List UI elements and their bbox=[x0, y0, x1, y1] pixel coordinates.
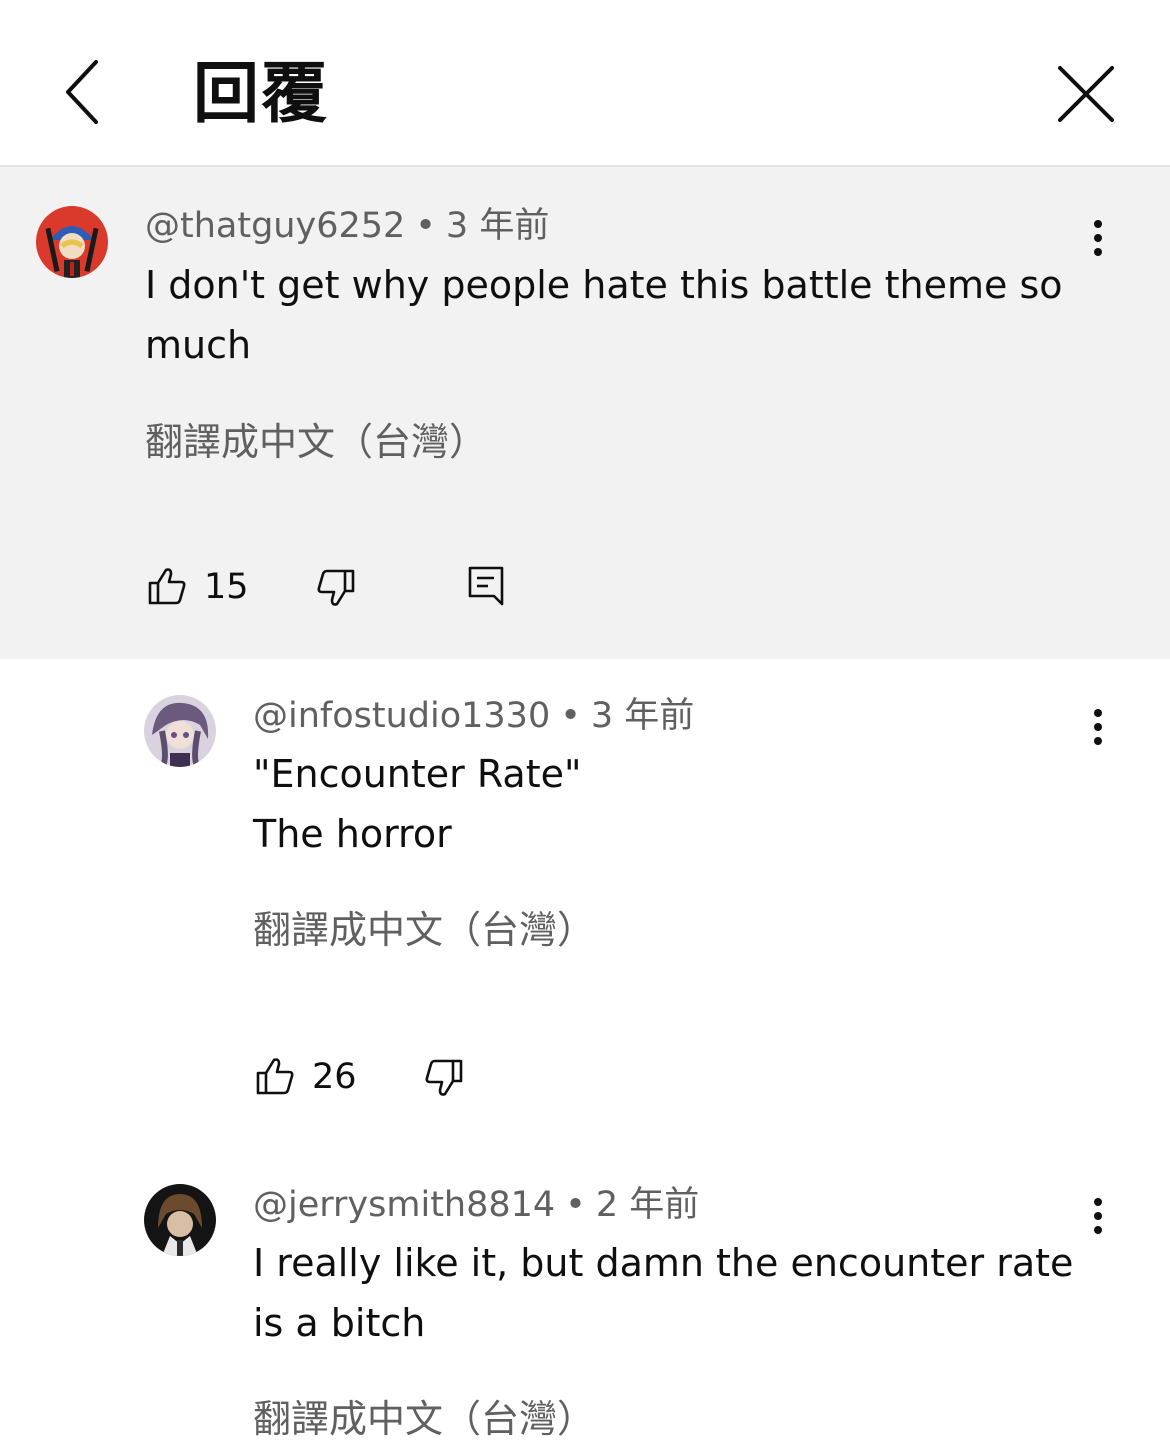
like-count: 15 bbox=[204, 567, 249, 607]
avatar[interactable] bbox=[36, 206, 108, 278]
thumb-up-icon bbox=[256, 1058, 294, 1095]
translate-link[interactable]: 翻譯成中文（台灣） bbox=[253, 905, 595, 955]
comment-text-line: The horror bbox=[253, 812, 452, 856]
reply-icon bbox=[468, 566, 504, 606]
comment-text-line: "Encounter Rate" bbox=[253, 752, 582, 796]
comment-text-line: I really like it, but damn the encounter… bbox=[253, 1241, 1074, 1285]
more-vert-icon bbox=[1078, 1198, 1118, 1234]
more-vert-icon bbox=[1078, 709, 1118, 745]
author-name[interactable]: @jerrysmith8814 bbox=[253, 1185, 555, 1225]
comment-text: "Encounter Rate" The horror bbox=[253, 744, 1170, 864]
more-options-button[interactable] bbox=[1078, 1192, 1118, 1248]
comment-text: I don't get why people hate this battle … bbox=[145, 255, 1075, 375]
chevron-left-icon bbox=[66, 60, 98, 124]
comment-time: 3 年前 bbox=[590, 696, 695, 736]
translate-link[interactable]: 翻譯成中文（台灣） bbox=[145, 417, 487, 467]
meta-separator: • bbox=[565, 1185, 586, 1225]
avatar-image bbox=[36, 206, 108, 278]
avatar[interactable] bbox=[144, 695, 216, 767]
more-options-button[interactable] bbox=[1078, 214, 1118, 270]
reply-comment: @jerrysmith8814 • 2 年前 I really like it, b… bbox=[0, 1149, 1170, 1445]
thumb-down-icon bbox=[317, 569, 355, 606]
meta-separator: • bbox=[560, 696, 581, 736]
parent-comment: @thatguy6252 • 3 年前 I don't get why people… bbox=[0, 167, 1170, 659]
dislike-button[interactable] bbox=[423, 1057, 465, 1103]
author-name[interactable]: @thatguy6252 bbox=[145, 206, 405, 246]
comment-text-line: I don't get why people hate this battle … bbox=[145, 263, 1063, 307]
thumb-up-icon bbox=[148, 568, 186, 605]
like-count: 26 bbox=[312, 1057, 357, 1097]
translate-link[interactable]: 翻譯成中文（台灣） bbox=[253, 1394, 595, 1444]
like-button[interactable] bbox=[254, 1055, 296, 1101]
page-title: 回覆 bbox=[193, 55, 329, 132]
more-options-button[interactable] bbox=[1078, 703, 1118, 759]
reply-button[interactable] bbox=[466, 565, 506, 611]
comment-time: 3 年前 bbox=[445, 206, 550, 246]
close-icon bbox=[1058, 66, 1114, 122]
comment-text-line: is a bitch bbox=[253, 1301, 426, 1345]
more-vert-icon bbox=[1078, 220, 1118, 256]
close-button[interactable] bbox=[1050, 58, 1122, 130]
comment-text: I really like it, but damn the encounter… bbox=[253, 1233, 1170, 1353]
avatar-image bbox=[144, 1184, 216, 1256]
comment-meta: @infostudio1330 • 3 年前 bbox=[253, 694, 694, 738]
comment-meta: @thatguy6252 • 3 年前 bbox=[145, 204, 549, 248]
replies-header: 回覆 bbox=[0, 0, 1170, 167]
meta-separator: • bbox=[415, 206, 436, 246]
comment-time: 2 年前 bbox=[595, 1185, 700, 1225]
thumb-down-icon bbox=[425, 1059, 463, 1096]
avatar[interactable] bbox=[144, 1184, 216, 1256]
comment-text-line: much bbox=[145, 323, 252, 367]
reply-comment: @infostudio1330 • 3 年前 "Encounter Rate" Th… bbox=[0, 659, 1170, 1149]
dislike-button[interactable] bbox=[315, 567, 357, 613]
comment-meta: @jerrysmith8814 • 2 年前 bbox=[253, 1183, 699, 1227]
back-button[interactable] bbox=[52, 52, 116, 132]
like-button[interactable] bbox=[146, 565, 188, 611]
avatar-image bbox=[144, 695, 216, 767]
author-name[interactable]: @infostudio1330 bbox=[253, 696, 550, 736]
